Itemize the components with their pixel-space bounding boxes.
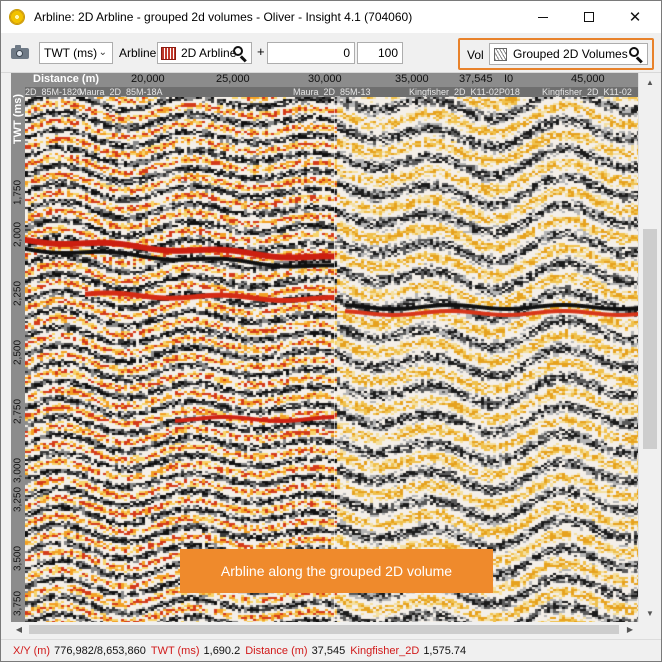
distance-axis-title: Distance (m) <box>33 73 100 85</box>
domain-select-value: TWT (ms) <box>44 46 98 60</box>
x-tick: 45,000 <box>571 73 605 85</box>
distance-axis: Distance (m) 20,000 25,000 30,000 35,000… <box>11 73 638 87</box>
arbline-label: Arbline <box>119 46 157 60</box>
volume-selector-value: Grouped 2D Volumes <box>513 47 628 61</box>
y-tick: 2,250 <box>12 280 24 307</box>
twt-axis-title: TWT (ms) <box>12 93 24 145</box>
scroll-left-icon[interactable]: ◀ <box>11 622 27 637</box>
status-value-line: 1,575.74 <box>423 644 467 657</box>
vol-label: Vol <box>467 48 484 62</box>
offset-input[interactable]: 0 <box>267 42 355 64</box>
y-tick: 1,750 <box>12 179 24 206</box>
horizontal-scroll-thumb[interactable] <box>29 625 619 634</box>
volume-icon <box>494 47 507 61</box>
line-name-strip: 2D_85M-1820 Maura_2D_85M-18A Maura_2D_85… <box>11 87 638 97</box>
search-icon[interactable] <box>628 46 644 64</box>
arbline-window: Arbline: 2D Arbline - grouped 2d volumes… <box>0 0 662 662</box>
y-tick: 2,750 <box>12 398 24 425</box>
status-key-line: Kingfisher_2D <box>350 644 420 657</box>
volume-selector[interactable]: Grouped 2D Volumes <box>489 43 648 65</box>
close-icon: ✕ <box>628 8 642 26</box>
x-tick: I0 <box>504 73 514 85</box>
close-button[interactable]: ✕ <box>612 1 658 33</box>
vertical-scrollbar[interactable]: ▲ ▼ <box>638 73 661 622</box>
title-bar: Arbline: 2D Arbline - grouped 2d volumes… <box>1 1 661 33</box>
twt-axis: 1,750 2,000 2,250 2,500 2,750 3,000 3,25… <box>11 87 25 622</box>
line-label: Maura_2D_85M-13 <box>293 87 371 97</box>
y-tick: 3,500 <box>12 545 24 572</box>
camera-icon[interactable] <box>11 45 29 59</box>
horizontal-scrollbar[interactable]: ◀ ▶ <box>11 622 638 637</box>
seismic-plot[interactable]: Distance (m) 20,000 25,000 30,000 35,000… <box>11 73 638 622</box>
x-tick: 30,000 <box>308 73 342 85</box>
arbline-icon <box>161 46 176 60</box>
percent-input[interactable]: 100 <box>357 42 403 64</box>
scroll-down-icon[interactable]: ▼ <box>639 604 661 622</box>
line-label: Maura_2D_85M-18A <box>79 87 163 97</box>
domain-select[interactable]: TWT (ms) ⌄ <box>39 42 113 64</box>
y-tick: 3,000 <box>12 457 24 484</box>
status-key-distance: Distance (m) <box>245 644 308 657</box>
section-divider <box>334 97 335 622</box>
arbline-selector-value: 2D Arbline <box>181 46 237 60</box>
search-icon[interactable] <box>232 45 248 63</box>
y-tick: 3,250 <box>12 486 24 513</box>
app-logo-icon <box>10 10 24 24</box>
y-tick: 3,750 <box>12 590 24 617</box>
minimize-icon <box>538 16 548 18</box>
window-title: Arbline: 2D Arbline - grouped 2d volumes… <box>34 10 413 24</box>
minimize-button[interactable] <box>520 1 566 33</box>
status-value-xy: 776,982/8,653,860 <box>54 644 146 657</box>
line-label: Kingfisher_2D_K11-02P018 <box>409 87 520 97</box>
x-tick: 37,545 <box>459 73 493 85</box>
line-label: Kingfisher_2D_K11-02 <box>542 87 632 97</box>
status-value-twt: 1,690.2 <box>203 644 241 657</box>
annotation-callout: Arbline along the grouped 2D volume <box>180 549 493 593</box>
maximize-icon <box>584 12 594 22</box>
x-tick: 35,000 <box>395 73 429 85</box>
scroll-up-icon[interactable]: ▲ <box>639 73 661 91</box>
status-key-twt: TWT (ms) <box>150 644 200 657</box>
y-tick: 2,500 <box>12 339 24 366</box>
maximize-button[interactable] <box>566 1 612 33</box>
seismic-section[interactable] <box>25 97 638 622</box>
arbline-selector[interactable]: 2D Arbline <box>157 42 252 64</box>
vertical-scroll-thumb[interactable] <box>643 229 657 449</box>
status-key-xy: X/Y (m) <box>13 644 51 657</box>
status-bar: X/Y (m) 776,982/8,653,860 TWT (ms) 1,690… <box>1 639 661 661</box>
y-tick: 2,000 <box>12 221 24 248</box>
line-label: 2D_85M-1820 <box>25 87 83 97</box>
chevron-down-icon: ⌄ <box>98 47 107 58</box>
x-tick: 25,000 <box>216 73 250 85</box>
x-tick: 20,000 <box>131 73 165 85</box>
offset-plus-label: + <box>257 44 265 59</box>
status-value-distance: 37,545 <box>311 644 346 657</box>
scroll-right-icon[interactable]: ▶ <box>622 622 638 637</box>
